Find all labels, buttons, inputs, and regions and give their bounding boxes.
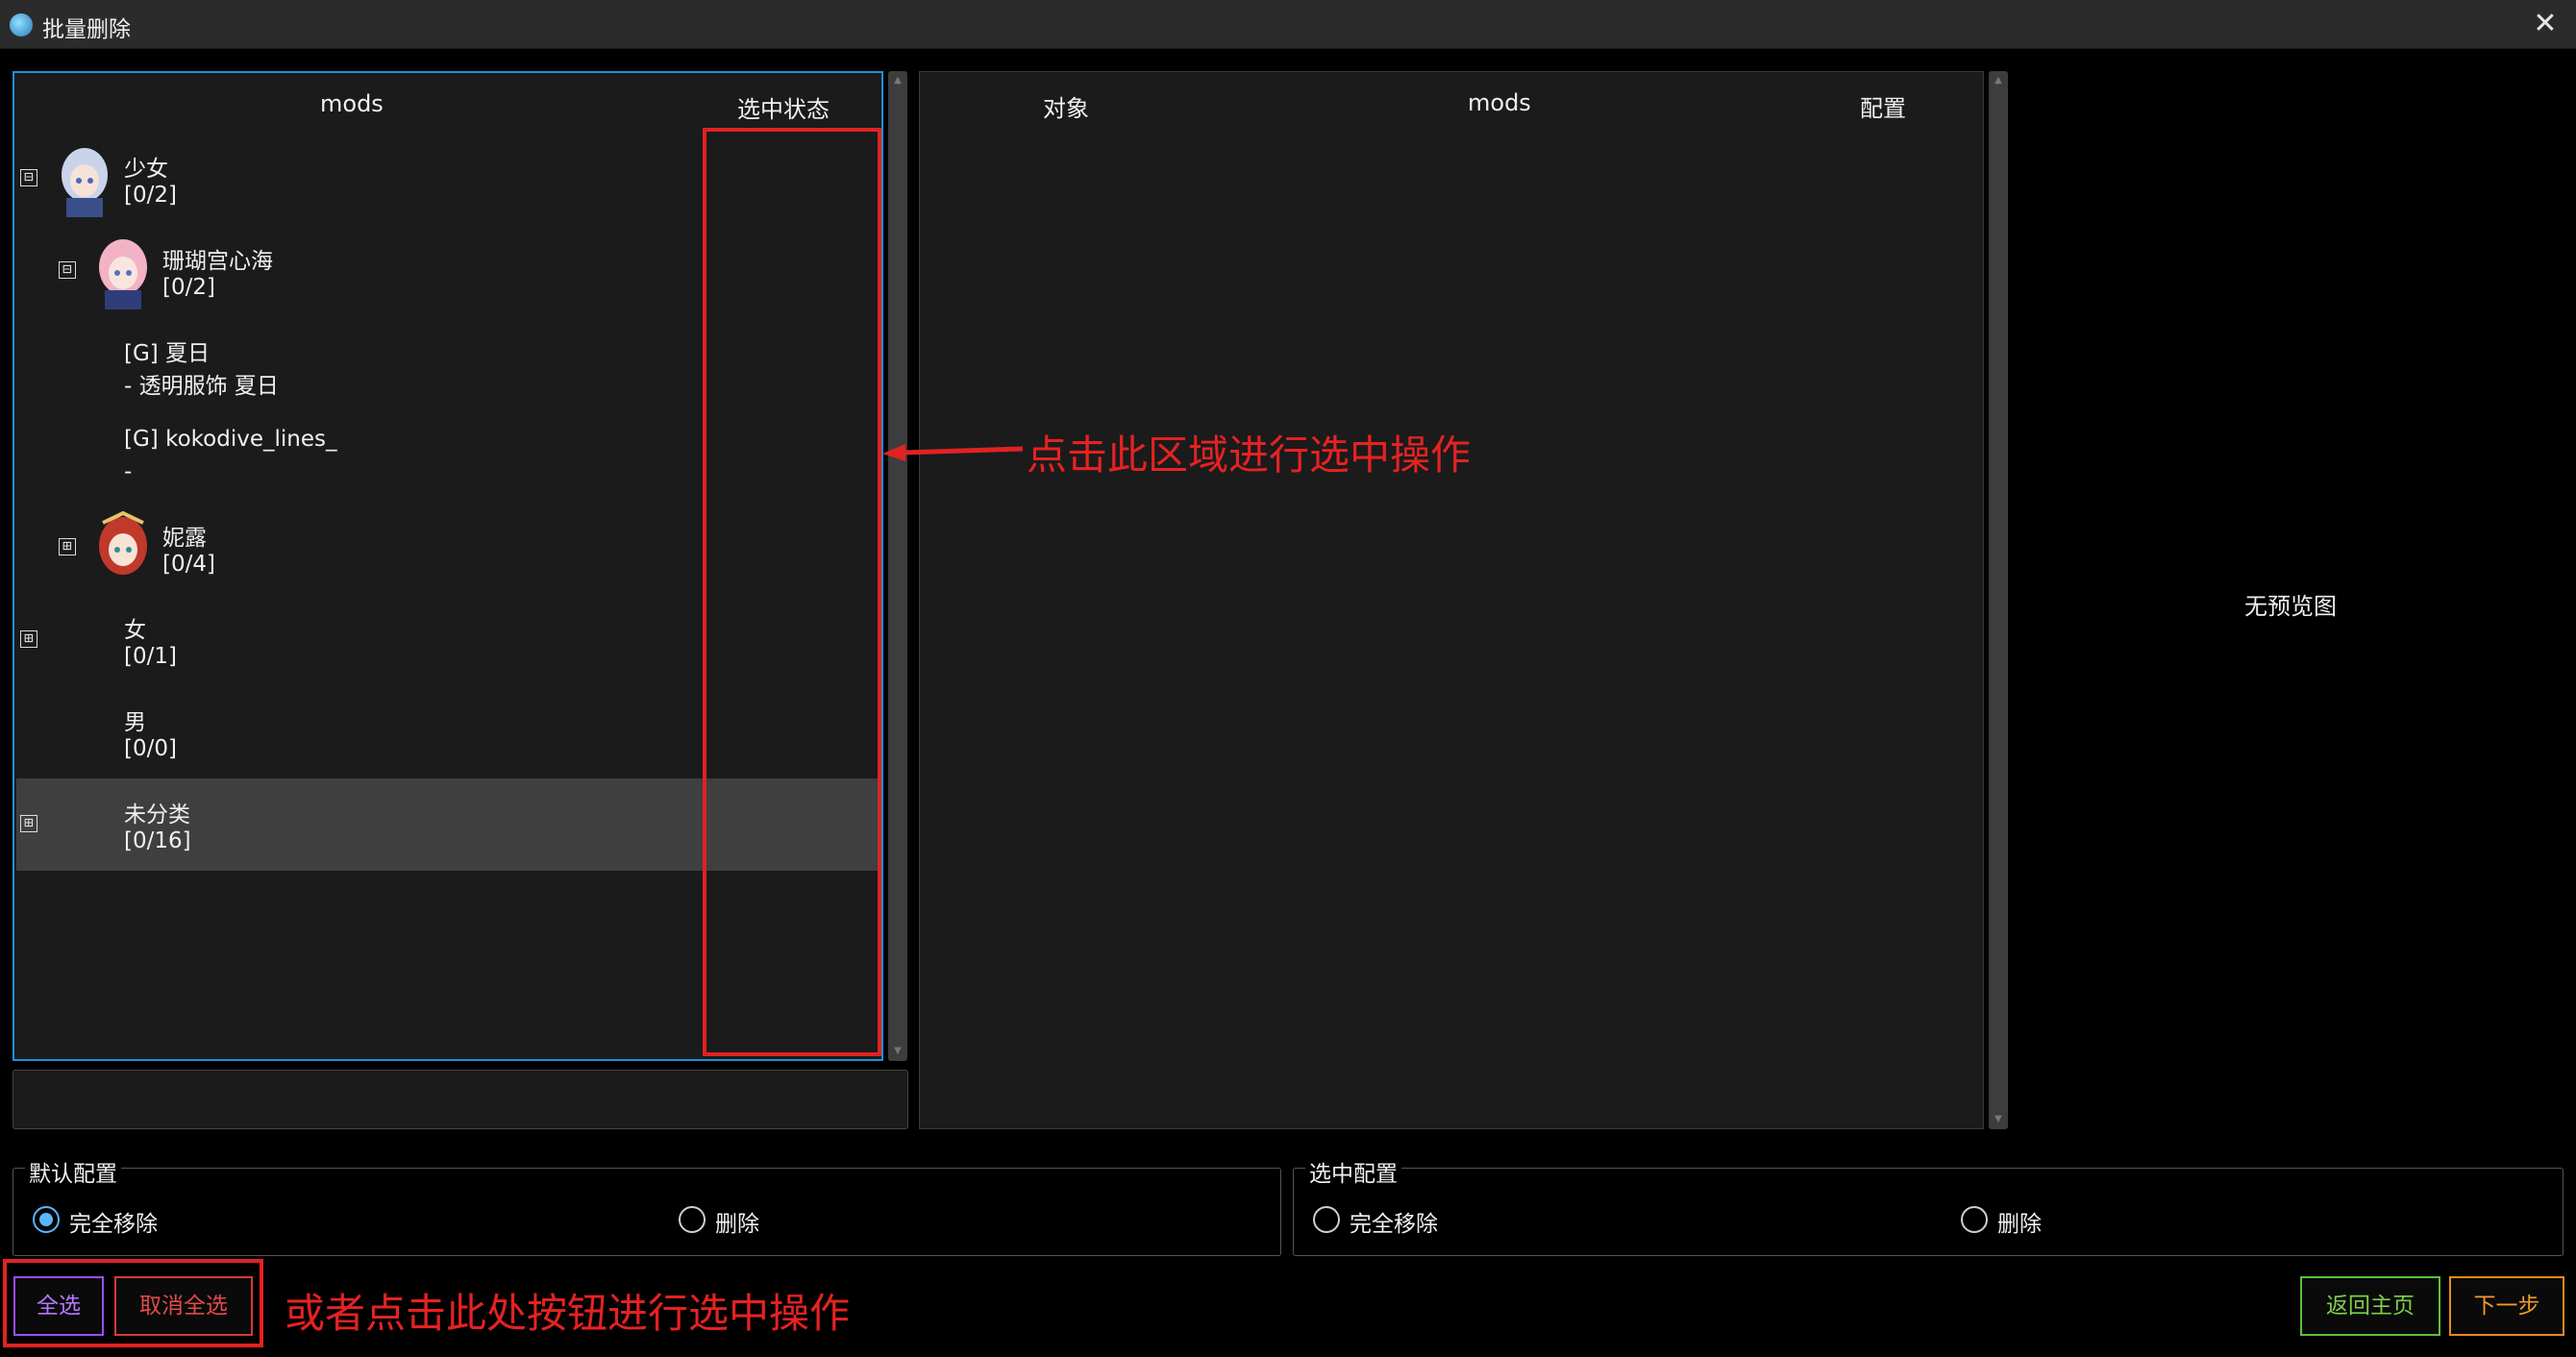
collapse-icon[interactable]: ⊟ bbox=[59, 261, 76, 279]
title-bar: 批量删除 ✕ bbox=[0, 0, 2576, 49]
filter-input[interactable] bbox=[12, 1070, 908, 1129]
radio-full-remove[interactable] bbox=[1313, 1206, 1340, 1233]
row-name: 妮露 bbox=[162, 526, 207, 551]
row-count: [0/4] bbox=[162, 552, 215, 577]
radio-label[interactable]: 删除 bbox=[1997, 1205, 2042, 1238]
column-header-status[interactable]: 选中状态 bbox=[737, 90, 830, 124]
column-header-mods[interactable]: mods bbox=[1468, 89, 1531, 116]
annotation-highlight-status-column bbox=[703, 128, 881, 1056]
girl-avatar-icon bbox=[55, 140, 114, 217]
radio-delete[interactable] bbox=[1961, 1206, 1988, 1233]
kokomi-avatar-icon bbox=[93, 233, 153, 309]
row-count: [0/2] bbox=[162, 275, 215, 300]
column-header-mods[interactable]: mods bbox=[320, 90, 384, 117]
radio-label[interactable]: 完全移除 bbox=[69, 1205, 158, 1238]
next-step-button[interactable]: 下一步 bbox=[2449, 1276, 2564, 1336]
column-header-config[interactable]: 配置 bbox=[1860, 89, 1906, 123]
radio-label[interactable]: 完全移除 bbox=[1350, 1205, 1438, 1238]
selected-config-group: 选中配置 完全移除 删除 bbox=[1293, 1155, 2564, 1256]
row-name: 珊瑚宫心海 bbox=[162, 249, 273, 274]
row-count: [0/2] bbox=[124, 183, 177, 208]
row-name: [G] kokodive_lines_ bbox=[124, 427, 337, 452]
expand-icon[interactable]: ⊞ bbox=[59, 538, 76, 555]
radio-label[interactable]: 删除 bbox=[715, 1205, 759, 1238]
scroll-up-icon[interactable]: ▲ bbox=[1989, 73, 2008, 88]
row-description: - 透明服饰 夏日 bbox=[124, 374, 279, 399]
annotation-text-area: 点击此区域进行选中操作 bbox=[1027, 432, 1472, 479]
expand-icon[interactable]: ⊞ bbox=[20, 815, 37, 832]
column-header-target[interactable]: 对象 bbox=[1043, 89, 1089, 123]
radio-delete[interactable] bbox=[679, 1206, 706, 1233]
preview-placeholder: 无预览图 bbox=[2244, 593, 2337, 620]
app-icon bbox=[10, 13, 33, 37]
scroll-up-icon[interactable]: ▲ bbox=[888, 73, 907, 88]
expand-icon[interactable]: ⊞ bbox=[20, 630, 37, 648]
group-title: 选中配置 bbox=[1305, 1155, 1401, 1188]
default-config-group: 默认配置 完全移除 删除 bbox=[12, 1155, 1281, 1256]
row-description: - bbox=[124, 459, 133, 484]
nilou-avatar-icon bbox=[93, 509, 153, 586]
target-table-panel[interactable]: 对象 mods 配置 bbox=[919, 71, 1984, 1129]
row-name: 男 bbox=[124, 710, 146, 735]
annotation-highlight-buttons bbox=[3, 1259, 263, 1347]
annotation-text-buttons: 或者点击此处按钮进行选中操作 bbox=[285, 1290, 851, 1337]
group-title: 默认配置 bbox=[25, 1155, 121, 1188]
scroll-down-icon[interactable]: ▼ bbox=[1989, 1112, 2008, 1127]
row-count: [0/1] bbox=[124, 644, 177, 669]
annotation-arrow-icon bbox=[882, 444, 1024, 461]
close-button[interactable]: ✕ bbox=[2528, 8, 2563, 42]
row-name: 女 bbox=[124, 618, 146, 643]
row-count: [0/16] bbox=[124, 828, 191, 853]
row-count: [0/0] bbox=[124, 736, 177, 761]
row-name: 少女 bbox=[124, 157, 168, 182]
scroll-down-icon[interactable]: ▼ bbox=[888, 1044, 907, 1059]
row-name: 未分类 bbox=[124, 802, 190, 827]
window-title: 批量删除 bbox=[42, 17, 131, 42]
collapse-icon[interactable]: ⊟ bbox=[20, 169, 37, 186]
row-name: [G] 夏日 bbox=[124, 341, 211, 366]
radio-full-remove[interactable] bbox=[33, 1206, 60, 1233]
table-scrollbar[interactable]: ▲ ▼ bbox=[1989, 71, 2008, 1129]
tree-scrollbar[interactable]: ▲ ▼ bbox=[888, 71, 907, 1061]
back-home-button[interactable]: 返回主页 bbox=[2300, 1276, 2440, 1336]
